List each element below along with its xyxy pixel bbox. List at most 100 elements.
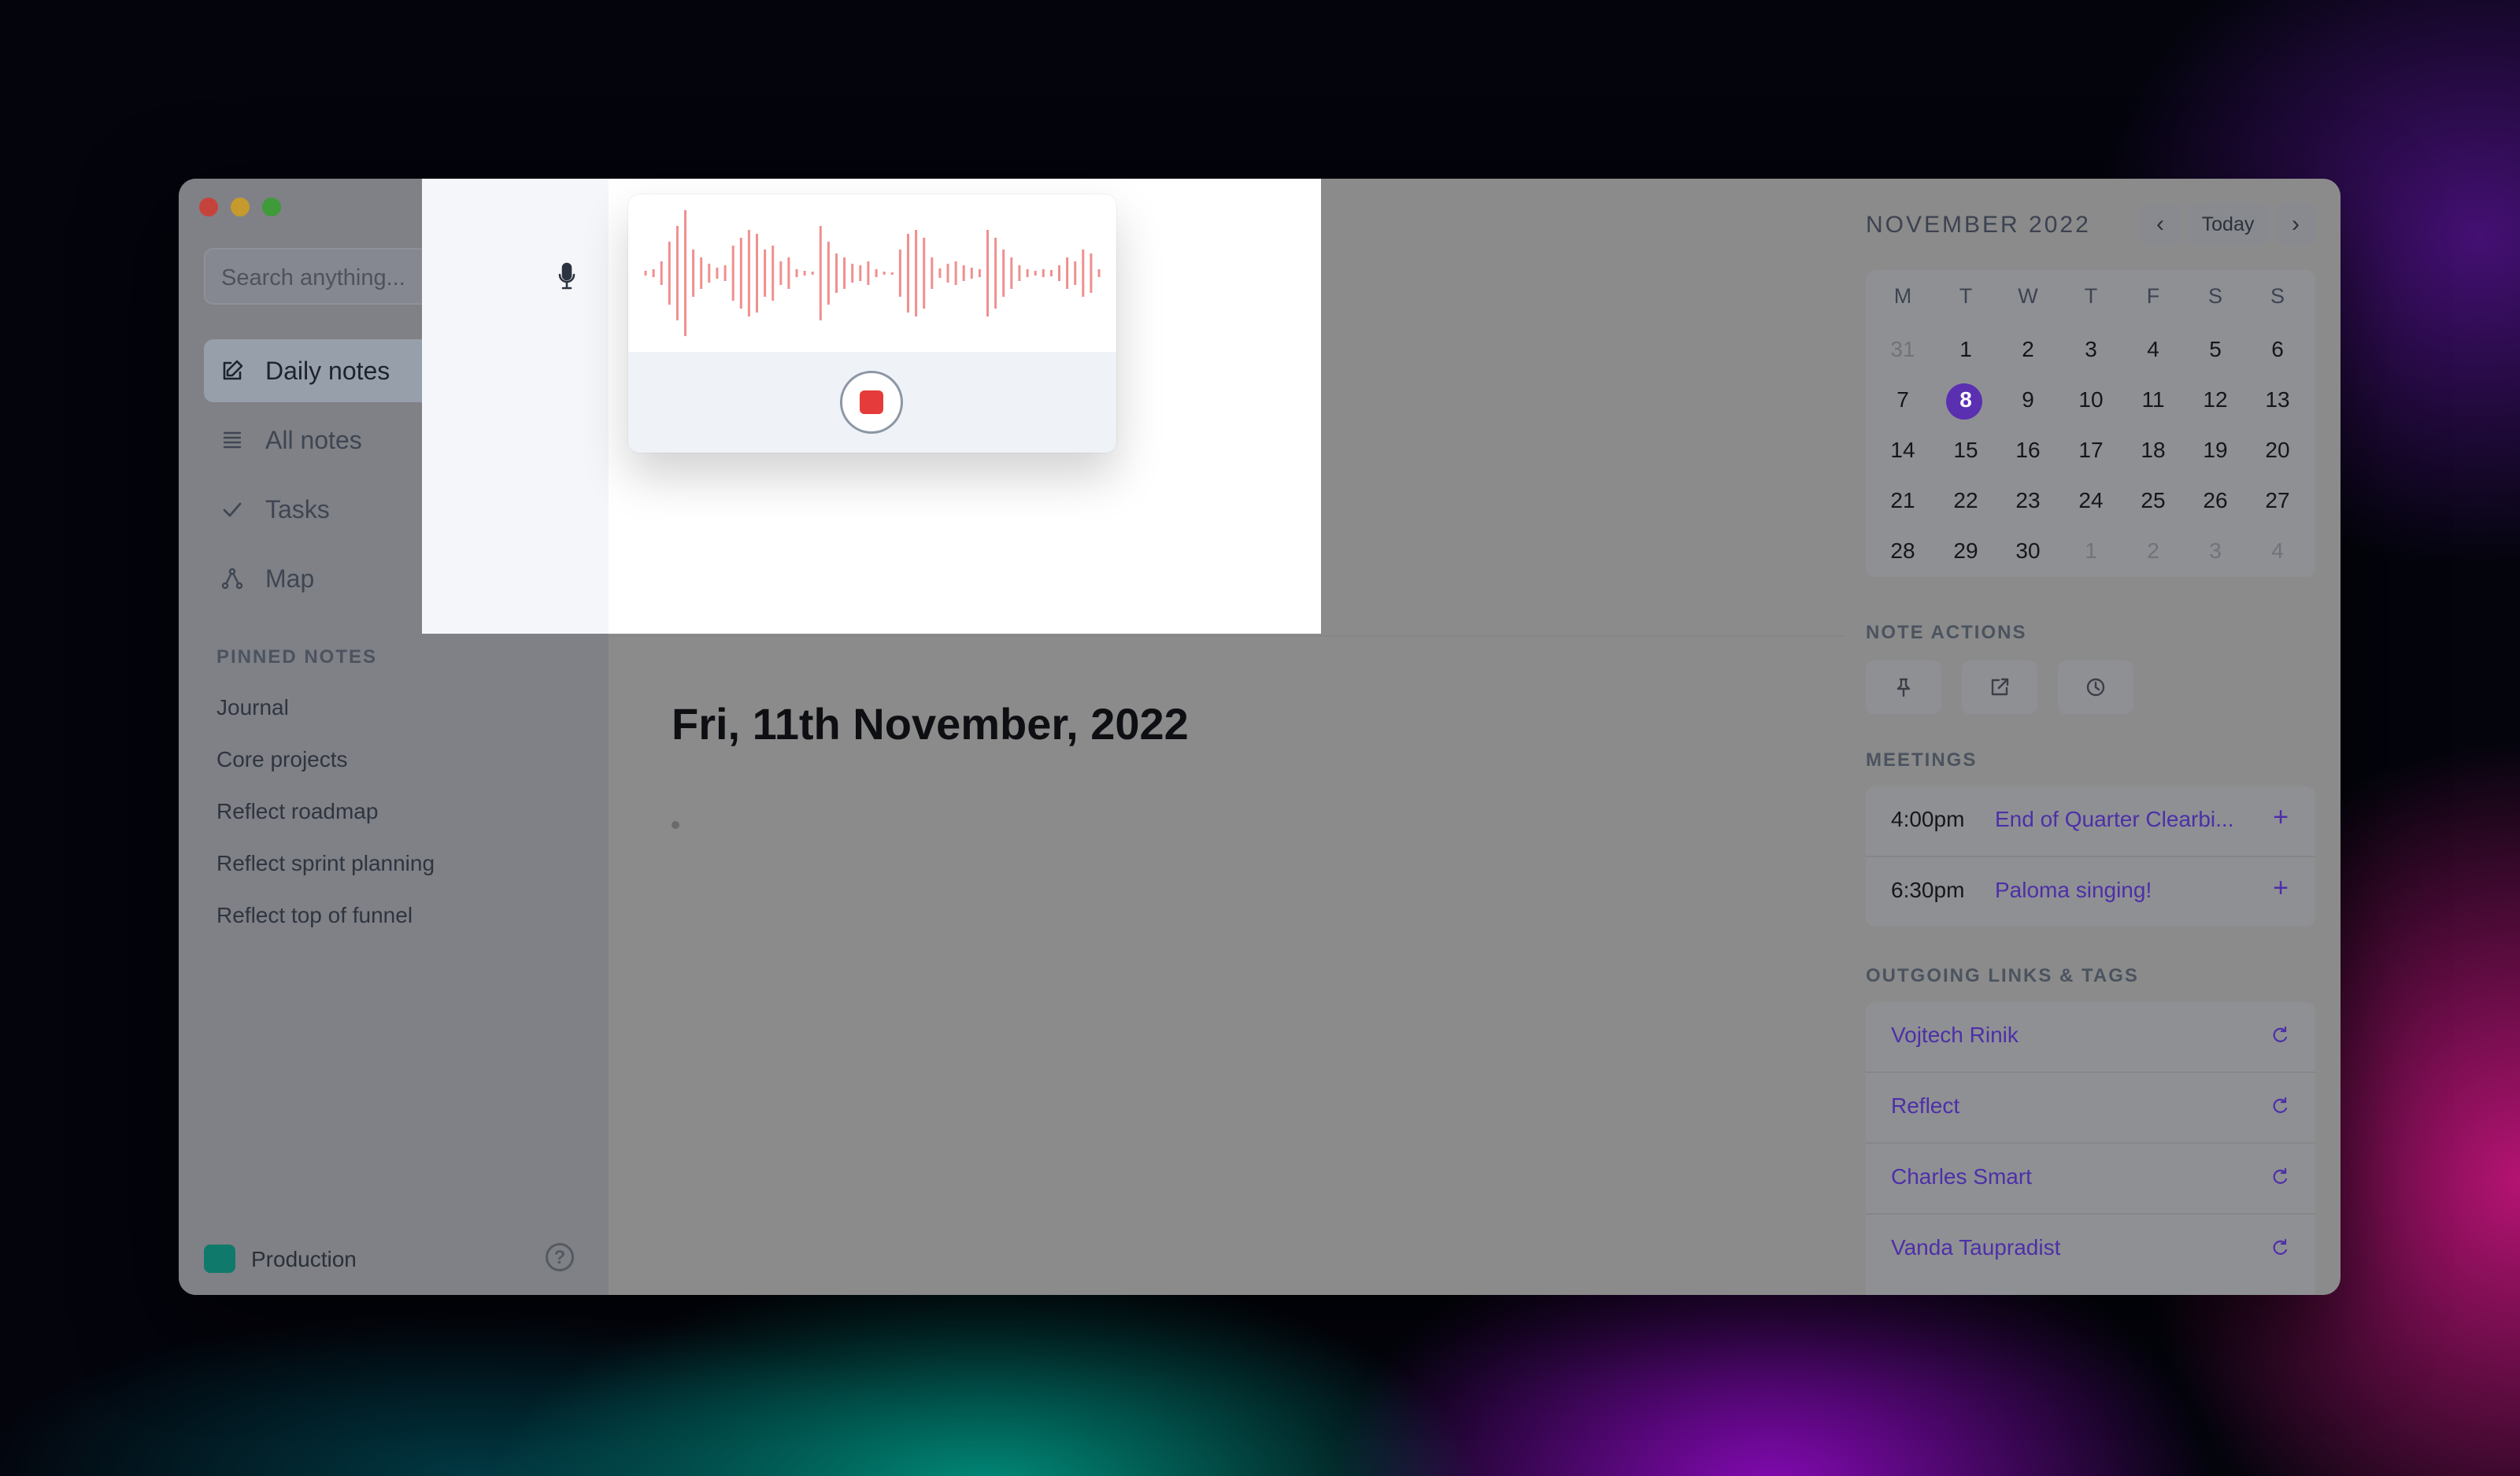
meeting-title[interactable]: Paloma singing! (1995, 878, 2152, 903)
calendar-day[interactable]: 25 (2130, 488, 2177, 513)
waveform-bar (1049, 270, 1053, 276)
help-button[interactable]: ? (546, 1243, 574, 1271)
calendar-day[interactable]: 26 (2192, 488, 2239, 513)
outgoing-link-label[interactable]: Charles Smart (1891, 1164, 2032, 1189)
waveform-bar (962, 265, 965, 281)
waveform-bar (1074, 261, 1077, 285)
audio-waveform (644, 210, 1101, 336)
clock-icon (2086, 678, 2105, 697)
note-title[interactable]: Fri, 11th November, 2022 (672, 698, 1189, 749)
calendar-day[interactable]: 18 (2130, 438, 2177, 463)
calendar-day[interactable]: 10 (2067, 387, 2115, 412)
outgoing-link-row[interactable]: Vanda Taupradist (1866, 1215, 2315, 1284)
waveform-bar (883, 272, 886, 275)
outgoing-link-row[interactable]: Vojtech Rinik (1866, 1002, 2315, 1071)
calendar-day[interactable]: 27 (2254, 488, 2301, 513)
waveform-bar (1058, 265, 1060, 281)
calendar-day[interactable]: 7 (1879, 387, 1926, 412)
stop-recording-button[interactable] (840, 371, 903, 434)
outgoing-link-row[interactable]: Reflect (1866, 1073, 2315, 1142)
waveform-bar (692, 250, 695, 297)
calendar-day[interactable]: 3 (2192, 538, 2239, 564)
calendar-next-button[interactable]: › (2275, 204, 2316, 245)
calendar-day[interactable]: 31 (1879, 337, 1926, 362)
calendar-day[interactable]: 8 (1942, 387, 1989, 412)
outgoing-link-row[interactable]: Charles Smart (1866, 1144, 2315, 1213)
history-button[interactable] (2058, 660, 2133, 714)
calendar-day[interactable]: 19 (2192, 438, 2239, 463)
waveform-bar (1090, 253, 1093, 293)
calendar-day[interactable]: 9 (2004, 387, 2052, 412)
calendar-day[interactable]: 14 (1879, 438, 1926, 463)
calendar-today-button[interactable]: Today (2185, 204, 2270, 245)
calendar-day[interactable]: 3 (2067, 337, 2115, 362)
calendar-day[interactable]: 29 (1942, 538, 1989, 564)
calendar-day[interactable]: 2 (2004, 337, 2052, 362)
waveform-bar (716, 268, 719, 279)
graph-icon (221, 568, 243, 590)
calendar-day[interactable]: 20 (2254, 438, 2301, 463)
calendar-day[interactable]: 12 (2192, 387, 2239, 412)
calendar-day[interactable]: 2 (2130, 538, 2177, 564)
calendar-day[interactable]: 22 (1942, 488, 1989, 513)
backlink-icon (2273, 1167, 2288, 1184)
calendar-day[interactable]: 13 (2254, 387, 2301, 412)
workspace-color-swatch (204, 1245, 235, 1273)
calendar-day[interactable]: 4 (2254, 538, 2301, 564)
pin-note-button[interactable] (1866, 660, 1941, 714)
calendar-day[interactable]: 1 (2067, 538, 2115, 564)
backlink-icon (2273, 1026, 2288, 1042)
calendar-day[interactable]: 11 (2130, 387, 2177, 412)
waveform-bar (843, 257, 846, 289)
waveform-bar (668, 242, 671, 305)
calendar-grid (1866, 270, 2315, 577)
add-meeting-note-button[interactable]: + (2273, 873, 2289, 904)
add-meeting-note-button[interactable]: + (2273, 802, 2289, 833)
calendar-day[interactable]: 28 (1879, 538, 1926, 564)
calendar-day[interactable]: 30 (2004, 538, 2052, 564)
waveform-bar (970, 268, 973, 279)
calendar-day[interactable]: 21 (1879, 488, 1926, 513)
empty-bullet[interactable] (672, 821, 679, 829)
pin-icon (1896, 678, 1911, 697)
maximize-window-button[interactable] (262, 198, 281, 216)
outgoing-link-label[interactable]: Vanda Taupradist (1891, 1235, 2060, 1260)
waveform-bar (898, 250, 901, 297)
calendar-day[interactable]: 5 (2192, 337, 2239, 362)
waveform-bar (1097, 269, 1101, 277)
pinned-note-item[interactable]: Journal (216, 695, 289, 720)
waveform-bar (795, 269, 798, 277)
calendar-day[interactable]: 17 (2067, 438, 2115, 463)
meeting-row[interactable]: 6:30pm Paloma singing! + (1866, 857, 2315, 927)
calendar-weekday-label: T (1959, 284, 1973, 308)
close-window-button[interactable] (199, 198, 218, 216)
outgoing-link-label[interactable]: Vojtech Rinik (1891, 1023, 2019, 1048)
popover-arrow (611, 266, 630, 301)
meeting-time: 6:30pm (1891, 878, 1965, 902)
pinned-note-item[interactable]: Core projects (216, 747, 348, 772)
minimize-window-button[interactable] (231, 198, 250, 216)
waveform-bar (835, 253, 838, 293)
calendar-day[interactable]: 4 (2130, 337, 2177, 362)
calendar-day[interactable]: 6 (2254, 337, 2301, 362)
microphone-icon[interactable] (557, 262, 576, 290)
pinned-note-item[interactable]: Reflect top of funnel (216, 903, 413, 928)
outgoing-link-label[interactable]: Reflect (1891, 1093, 1959, 1119)
calendar-day[interactable]: 15 (1942, 438, 1989, 463)
waveform-bar (859, 265, 862, 281)
waveform-bar (827, 242, 830, 305)
pinned-note-item[interactable]: Reflect roadmap (216, 799, 378, 824)
calendar-weekday-label: M (1893, 284, 1912, 308)
meeting-row[interactable]: 4:00pm End of Quarter Clearbi... + (1866, 786, 2315, 856)
pinned-note-item[interactable]: Reflect sprint planning (216, 851, 435, 876)
calendar-day[interactable]: 1 (1942, 337, 1989, 362)
workspace-switcher[interactable]: Production (251, 1247, 357, 1272)
open-external-button[interactable] (1962, 660, 2037, 714)
waveform-bar (1002, 250, 1005, 297)
calendar-day[interactable]: 24 (2067, 488, 2115, 513)
calendar-prev-button[interactable]: ‹ (2140, 204, 2181, 245)
meeting-title[interactable]: End of Quarter Clearbi... (1995, 807, 2233, 832)
note-actions-heading: NOTE ACTIONS (1866, 622, 2027, 643)
calendar-day[interactable]: 23 (2004, 488, 2052, 513)
calendar-day[interactable]: 16 (2004, 438, 2052, 463)
